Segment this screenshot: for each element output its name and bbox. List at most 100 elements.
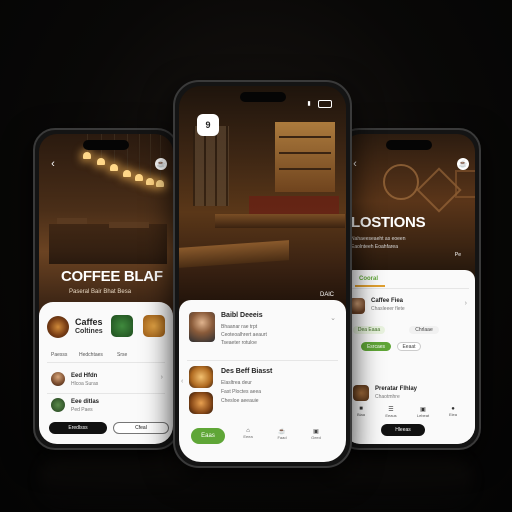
nav-item-menu[interactable]: ☰ Eeaus: [379, 406, 403, 418]
left-phone: ‹ ☕ COFFEE BLAF Paseral Bair Bhat Besa C…: [33, 128, 179, 450]
list-item-title: Caffee Fiea: [371, 298, 404, 304]
food-image: [189, 392, 213, 414]
tab-2[interactable]: Hedchtaes: [79, 352, 103, 358]
green-pill-button[interactable]: Esrcaes: [361, 342, 391, 351]
card-line: Ceoteoalhrert aeaurt: [221, 332, 267, 338]
tab-3[interactable]: Srse: [117, 352, 127, 358]
nav-item-home[interactable]: ⌂ Eeea: [237, 428, 259, 439]
nav-label: Geed: [311, 435, 321, 440]
list-item-subtitle: Chaotmhre: [375, 394, 400, 400]
nav-label: Eeaus: [385, 413, 397, 418]
chevron-left-icon[interactable]: ‹: [181, 378, 183, 385]
card-line: Fast Ploctes aeea: [221, 389, 262, 395]
hero-subtitle: Paseral Bair Bhat Besa: [69, 289, 132, 295]
left-screen: ‹ ☕ COFFEE BLAF Paseral Bair Bhat Besa C…: [39, 134, 173, 444]
card-line: Elasltrea deur: [221, 380, 252, 386]
back-arrow-icon[interactable]: ‹: [47, 158, 59, 170]
hero-title: LOSTIONS: [351, 214, 426, 231]
card-line: Chesloe aeeauie: [221, 398, 259, 404]
notch: [83, 140, 129, 150]
card-line: Bhaanar rae trpt: [221, 324, 258, 330]
secondary-button[interactable]: Cfeal: [113, 422, 169, 434]
restaurant-hero-photo: [343, 134, 475, 284]
center-screen: 9 ▮ DAlC Baibl Deeeis Bhaanar rae trpt C…: [179, 86, 346, 462]
chevron-right-icon: ›: [160, 374, 163, 381]
avatar: [189, 312, 215, 342]
bottom-nav: Eaas ⌂ Eeea ☕ Faad ▣ Geed: [179, 424, 346, 450]
cafe-hero-photo: [39, 134, 173, 324]
card-title: Baibl Deeeis: [221, 312, 263, 319]
avatar: [51, 372, 65, 386]
details-card: Baibl Deeeis Bhaanar rae trpt Ceoteoalhr…: [179, 300, 346, 462]
status-badge[interactable]: 9: [197, 114, 219, 136]
list-item[interactable]: Preratar Flhlay Chaotmhre: [347, 382, 471, 404]
coffee-cup-icon[interactable]: ☕: [155, 158, 167, 170]
nav-label: Faad: [277, 435, 287, 440]
tab-active[interactable]: Cooral: [359, 276, 378, 282]
nav-label: Biaa: [356, 412, 365, 417]
center-phone: 9 ▮ DAlC Baibl Deeeis Bhaanar rae trpt C…: [173, 80, 352, 468]
coffee-cup-icon[interactable]: ☕: [457, 158, 469, 170]
nav-label: Lebeat: [416, 413, 430, 418]
featured-title: Caffes: [75, 317, 103, 327]
list-item-subtitle: Ped Paes: [71, 407, 93, 413]
list-item-title: Preratar Flhlay: [375, 386, 418, 392]
nav-item-profile[interactable]: ● Eiea: [441, 406, 465, 417]
notch: [239, 92, 286, 102]
hero-title: COFFEE BLAF: [61, 268, 163, 285]
list-item-title: Eee ditlas: [71, 399, 100, 405]
avatar: [51, 398, 65, 412]
divider: [349, 288, 469, 289]
hero-badge: Pe: [454, 252, 461, 258]
right-screen: ‹ ☕ LOSTIONS Nahaeeseaeht as eoeen Eaoln…: [343, 134, 475, 444]
tab-indicator: [355, 285, 385, 287]
nav-label: Eiea: [448, 412, 457, 417]
nav-item-home[interactable]: ■ Biaa: [351, 406, 371, 417]
tab-1[interactable]: Paesss: [51, 352, 67, 358]
food-plate-image: [47, 316, 69, 338]
nav-label: Eeea: [243, 434, 253, 439]
bag-icon: ▣: [313, 429, 319, 435]
primary-button[interactable]: Hleeas: [381, 424, 425, 436]
nav-item-food[interactable]: ☕ Faad: [271, 428, 293, 440]
status-badge-value: 9: [205, 120, 211, 130]
list-item-subtitle: Chasleeer flete: [371, 306, 405, 312]
hero-subtitle: Nahaeeseaeht as eoeen: [351, 236, 406, 242]
bottom-nav: ■ Biaa ☰ Eeaus ▣ Lebeat ● Eiea Hleeas: [343, 404, 475, 444]
nav-item-saved[interactable]: ▣ Lebeat: [411, 406, 435, 418]
list-item[interactable]: ‹ Des Beff Biasst Elasltrea deur Fast Pl…: [179, 364, 346, 418]
list-item[interactable]: Caffee Fiea Chasleeer flete ›: [343, 292, 475, 320]
card-line: Tseaeter rotuloe: [221, 340, 257, 346]
details-card: Caffes Coltines Paesss Hedchtaes Srse Ee…: [39, 302, 173, 444]
signal-icon: ▮: [307, 100, 311, 107]
list-item[interactable]: Eee ditlas Ped Paes: [39, 394, 173, 418]
list-item-subtitle: Hlcoa Suras: [71, 381, 99, 387]
divider: [47, 362, 165, 363]
bookmark-icon: ▣: [420, 407, 426, 413]
chip[interactable]: Chrlaae: [409, 326, 439, 334]
list-item[interactable]: Eed Hfdn Hlcoa Suras ›: [39, 368, 173, 392]
menu-icon: ☰: [388, 407, 394, 413]
coffee-beans-image[interactable]: [111, 315, 133, 337]
card-title: Des Beff Biasst: [221, 368, 273, 375]
cup-icon: ☕: [278, 429, 286, 435]
chevron-down-icon[interactable]: ⌄: [330, 314, 336, 322]
nav-item-settings[interactable]: ▣ Geed: [305, 428, 327, 440]
hero-subtitle-2: Eaolnteeh Eoahfarea: [351, 244, 398, 250]
avatar: [353, 385, 369, 401]
chevron-right-icon: ›: [464, 300, 467, 307]
pastry-image[interactable]: [143, 315, 165, 337]
chip[interactable]: Dea Eaaa: [353, 326, 385, 334]
secondary-pill[interactable]: Eeaat: [397, 342, 421, 351]
notch: [386, 140, 432, 150]
right-phone: ‹ ☕ LOSTIONS Nahaeeseaeht as eoeen Eaoln…: [337, 128, 481, 450]
food-image: [189, 366, 213, 388]
list-item[interactable]: Baibl Deeeis Bhaanar rae trpt Ceoteoalhr…: [179, 308, 346, 358]
corner-label: DAlC: [319, 292, 334, 298]
primary-button[interactable]: Eredlsss: [49, 422, 107, 434]
featured-subtitle: Coltines: [75, 328, 103, 335]
list-item-title: Eed Hfdn: [71, 373, 98, 379]
battery-icon: [318, 100, 332, 108]
nav-active-button[interactable]: Eaas: [191, 428, 225, 444]
divider: [187, 360, 338, 361]
